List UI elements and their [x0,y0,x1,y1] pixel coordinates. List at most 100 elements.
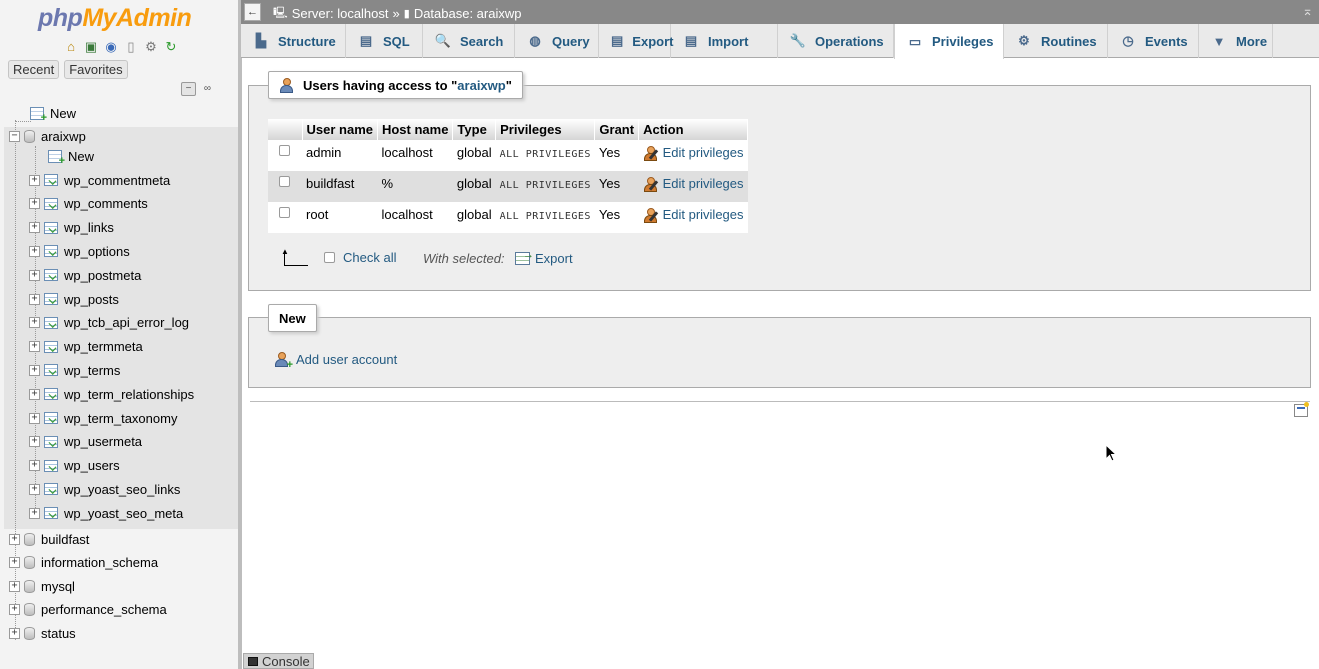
edit-privileges-link[interactable]: Edit privileges [643,145,744,161]
row-checkbox[interactable] [279,145,290,156]
row-checkbox[interactable] [279,176,290,187]
help-icon[interactable]: ◉ [103,39,119,55]
edit-privileges-link[interactable]: Edit privileges [643,176,744,192]
tree-table-item[interactable]: + wp_links [29,217,114,239]
edit-privileges-link[interactable]: Edit privileges [643,207,744,223]
row-checkbox[interactable] [279,207,290,218]
collapse-icon[interactable]: − [9,130,20,142]
breadcrumb-server[interactable]: Server: localhost [292,6,389,21]
tree-table-item[interactable]: + wp_yoast_seo_meta [29,502,183,524]
tree-table-item[interactable]: + wp_tcb_api_error_log [29,312,189,334]
tab-search[interactable]: 🔍 Search [423,24,515,58]
expand-icon[interactable]: + [29,269,40,281]
users-table: User name Host name Type Privileges Grant Act… [268,119,748,233]
console-toggle[interactable]: Console [243,653,314,669]
expand-icon[interactable]: + [9,604,20,616]
expand-icon[interactable]: + [29,507,40,519]
expand-icon[interactable]: + [9,580,20,592]
phpmyadmin-logo[interactable]: phpMyAdmin [38,4,192,33]
home-icon[interactable]: ⌂ [63,39,79,55]
table-icon [44,293,58,305]
expand-icon[interactable]: + [29,222,40,234]
tab-sql[interactable]: ▤ SQL [346,24,423,58]
link-with-main-icon[interactable]: ∞ [200,82,215,96]
tree-table-item[interactable]: + wp_terms [29,359,120,381]
table-icon [44,483,58,496]
table-icon [44,435,58,448]
tree-table-item[interactable]: + wp_comments [29,193,148,215]
expand-icon[interactable]: + [9,627,20,639]
tree-db-item[interactable]: + buildfast [9,528,89,550]
expand-icon[interactable]: + [29,245,40,257]
tree-table-item[interactable]: + wp_commentmeta [29,169,170,191]
tree-table-item[interactable]: + wp_term_relationships [29,383,194,405]
recent-tables-button[interactable]: Recent [8,60,60,79]
favorite-tables-button[interactable]: Favorites [64,60,128,79]
expand-icon[interactable]: + [29,460,40,472]
database-icon [24,626,35,640]
tree-db-item[interactable]: + information_schema [9,552,158,574]
expand-icon[interactable]: + [29,412,40,424]
tree-db-item[interactable]: + mysql [9,575,75,597]
breadcrumb-database[interactable]: Database: araixwp [414,6,522,21]
nav-resizer[interactable] [238,0,242,669]
user-name-cell: root [302,202,378,233]
tab-more[interactable]: ▼ More [1199,24,1273,58]
expand-icon[interactable]: + [29,341,40,353]
expand-icon[interactable]: + [9,557,20,569]
tree-table-item[interactable]: + wp_termmeta [29,336,143,358]
tab-query[interactable]: ◍ Query [515,24,599,58]
page-settings-icon[interactable] [1294,402,1309,417]
server-icon: 🖳 [273,7,288,19]
tree-table-item[interactable]: + wp_users [29,455,120,477]
toggle-nav-button[interactable]: ← [244,3,261,21]
legend-db-link[interactable]: araixwp [457,78,505,93]
tree-table-item[interactable]: + wp_options [29,240,130,262]
table-icon [44,459,58,472]
expand-icon[interactable]: + [9,533,20,545]
tree-db-araixwp[interactable]: − araixwp [9,125,86,147]
column-header: Privileges [495,119,596,140]
search-icon: 🔍 [434,33,452,48]
tree-table-item[interactable]: + wp_postmeta [29,264,141,286]
collapse-all-icon[interactable]: − [181,82,196,96]
expand-icon[interactable]: + [29,317,40,329]
logout-icon[interactable]: ▣ [83,39,99,55]
tree-table-item[interactable]: + wp_term_taxonomy [29,407,177,429]
check-all[interactable]: Check all [324,250,396,265]
tree-db-item[interactable]: + performance_schema [9,599,167,621]
tab-import[interactable]: ▤ Import [671,24,778,58]
action-cell: Edit privileges [638,202,748,233]
tab-privileges[interactable]: ▭ Privileges [894,24,1004,59]
expand-icon[interactable]: + [29,364,40,376]
documentation-icon[interactable]: ▯ [123,39,139,55]
tree-new-table[interactable]: New [48,145,94,167]
tab-structure[interactable]: ▙ Structure [241,24,346,58]
expand-icon[interactable]: + [29,293,40,305]
tab-operations[interactable]: 🔧 Operations [778,24,894,58]
tab-events[interactable]: ◷ Events [1108,24,1199,58]
tab-routines[interactable]: ⚙ Routines [1004,24,1108,58]
check-all-label[interactable]: Check all [343,250,396,265]
expand-icon[interactable]: + [29,483,40,495]
expand-icon[interactable]: + [29,388,40,400]
settings-icon[interactable]: ⚙ [143,39,159,55]
tree-new-database[interactable]: New [30,102,76,124]
expand-icon[interactable]: + [29,174,40,186]
console-icon [248,656,258,666]
collapse-topbar-icon[interactable]: ⌅ [1302,3,1313,19]
grant-cell: Yes [594,171,639,202]
reload-icon[interactable]: ↻ [163,39,179,55]
add-user-account-link[interactable]: + Add user account [274,351,397,371]
tab-export[interactable]: ▤ Export [599,24,673,58]
tree-table-item[interactable]: + wp_posts [29,288,119,310]
tree-table-item[interactable]: + wp_yoast_seo_links [29,478,180,500]
expand-icon[interactable]: + [29,198,40,210]
edit-user-icon [643,176,659,192]
export-selected-button[interactable]: Export [515,249,573,266]
check-all-checkbox[interactable] [324,252,335,263]
tree-db-item[interactable]: + status [9,622,76,644]
expand-icon[interactable]: + [29,436,40,448]
edit-user-icon [643,207,659,223]
tree-table-item[interactable]: + wp_usermeta [29,431,142,453]
